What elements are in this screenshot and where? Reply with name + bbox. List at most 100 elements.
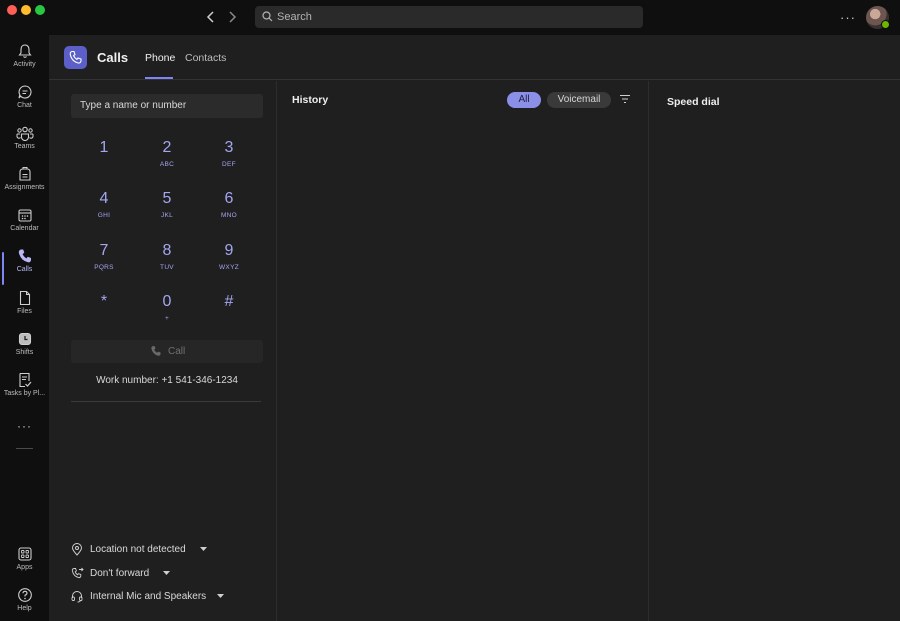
- rail-divider: [16, 448, 33, 449]
- active-tab-indicator: [145, 77, 173, 79]
- dialpad-panel: Type a name or number 1 2 ABC 3 DEF 4 GHI 5…: [49, 81, 277, 621]
- dialpad-key-7[interactable]: 7 PQRS: [74, 241, 134, 285]
- dial-number-input[interactable]: Type a name or number: [71, 94, 263, 118]
- page-title: Calls: [97, 50, 129, 65]
- dialpad-key-3[interactable]: 3 DEF: [199, 138, 259, 182]
- forward-icon: [71, 567, 84, 579]
- app-header: Calls Phone Contacts: [49, 35, 900, 80]
- dialpad-key-4[interactable]: 4 GHI: [74, 189, 134, 233]
- rail-label: Calendar: [10, 225, 39, 232]
- location-icon: [71, 543, 83, 556]
- chevron-down-icon: [217, 594, 224, 598]
- key-digit: #: [224, 293, 234, 310]
- call-button[interactable]: Call: [71, 340, 263, 363]
- rail-label: Help: [17, 605, 32, 612]
- rail-item-files[interactable]: Files: [0, 290, 49, 330]
- chevron-down-icon: [163, 571, 170, 575]
- dialpad-key-9[interactable]: 9 WXYZ: [199, 241, 259, 285]
- tab-phone[interactable]: Phone: [145, 52, 175, 64]
- key-digit: 1: [99, 139, 109, 156]
- search-icon: [262, 11, 273, 22]
- audio-device-label: Internal Mic and Speakers: [90, 591, 207, 602]
- rail-label: Chat: [17, 102, 32, 109]
- search-placeholder: Search: [277, 11, 312, 23]
- filter-all-button[interactable]: All: [507, 92, 541, 108]
- key-digit: 0: [162, 293, 172, 310]
- dialpad-key-star[interactable]: *: [74, 292, 134, 336]
- assignments-icon: [18, 167, 31, 181]
- filter-icon[interactable]: [619, 94, 631, 104]
- phone-icon: [69, 50, 82, 64]
- phone-icon: [151, 346, 161, 356]
- location-label: Location not detected: [90, 544, 186, 555]
- dialpad-key-0[interactable]: 0 +: [137, 292, 197, 336]
- minimize-window-button[interactable]: [21, 5, 31, 15]
- search-input[interactable]: Search: [255, 6, 643, 28]
- rail-label: Files: [17, 308, 32, 315]
- rail-label: Tasks by Pl...: [3, 390, 46, 397]
- calls-app-icon: [64, 46, 87, 69]
- rail-item-help[interactable]: Help: [0, 587, 49, 621]
- rail-label: Teams: [14, 143, 35, 150]
- history-panel: History All Voicemail: [278, 81, 649, 621]
- rail-label: Shifts: [15, 349, 34, 356]
- key-digit: 6: [224, 190, 234, 207]
- key-digit: 4: [99, 190, 109, 207]
- key-digit: 3: [224, 139, 234, 156]
- forward-arrow-icon[interactable]: [225, 9, 239, 25]
- speed-dial-panel: Speed dial: [650, 81, 900, 621]
- title-bar: Search ···: [0, 0, 900, 35]
- filter-voicemail-button[interactable]: Voicemail: [547, 92, 611, 108]
- teams-icon: [16, 126, 33, 141]
- more-options-icon[interactable]: ···: [840, 10, 856, 25]
- key-digit: 7: [99, 242, 109, 259]
- key-letters: GHI: [97, 212, 111, 219]
- forward-label: Don't forward: [90, 568, 150, 579]
- chevron-down-icon: [200, 547, 207, 551]
- bell-icon: [17, 44, 32, 58]
- main-content: Calls Phone Contacts Type a name or numb…: [49, 35, 900, 621]
- more-apps-icon[interactable]: ···: [0, 419, 49, 435]
- dialpad-key-2[interactable]: 2 ABC: [137, 138, 197, 182]
- dialpad-key-8[interactable]: 8 TUV: [137, 241, 197, 285]
- rail-item-activity[interactable]: Activity: [0, 43, 49, 83]
- dialpad-key-6[interactable]: 6 MNO: [199, 189, 259, 233]
- rail-item-calls[interactable]: Calls: [0, 248, 49, 288]
- rail-item-calendar[interactable]: Calendar: [0, 207, 49, 247]
- rail-label: Activity: [13, 61, 36, 68]
- file-icon: [19, 290, 30, 306]
- call-button-label: Call: [168, 346, 186, 357]
- help-icon: [17, 588, 32, 602]
- rail-item-chat[interactable]: Chat: [0, 84, 49, 124]
- tab-contacts[interactable]: Contacts: [185, 52, 226, 64]
- key-digit: 8: [162, 242, 172, 259]
- dialpad-key-hash[interactable]: #: [199, 292, 259, 336]
- dialpad-key-1[interactable]: 1: [74, 138, 134, 182]
- back-arrow-icon[interactable]: [204, 9, 218, 25]
- dialpad-key-5[interactable]: 5 JKL: [137, 189, 197, 233]
- rail-item-tasks[interactable]: Tasks by Pl...: [0, 372, 49, 412]
- rail-item-assignments[interactable]: Assignments: [0, 166, 49, 206]
- key-letters: +: [164, 315, 170, 322]
- key-letters: DEF: [222, 161, 236, 168]
- rail-item-teams[interactable]: Teams: [0, 125, 49, 165]
- key-letters: WXYZ: [219, 264, 239, 271]
- rail-item-apps[interactable]: Apps: [0, 546, 49, 586]
- dial-input-placeholder: Type a name or number: [80, 100, 187, 111]
- rail-item-shifts[interactable]: Shifts: [0, 331, 49, 371]
- key-letters: JKL: [160, 212, 174, 219]
- work-number: Work number: +1 541-346-1234: [96, 375, 238, 386]
- key-letters: PQRS: [94, 264, 114, 271]
- key-digit: *: [100, 293, 108, 310]
- speed-dial-title: Speed dial: [667, 96, 720, 108]
- key-digit: 9: [224, 242, 234, 259]
- shifts-icon: [18, 332, 31, 346]
- rail-label: Assignments: [4, 184, 45, 191]
- close-window-button[interactable]: [7, 5, 17, 15]
- rail-label: Calls: [16, 266, 33, 273]
- zoom-window-button[interactable]: [35, 5, 45, 15]
- headset-icon: [71, 591, 83, 603]
- calendar-icon: [17, 209, 32, 222]
- key-letters: ABC: [159, 161, 175, 168]
- key-letters: MNO: [220, 212, 238, 219]
